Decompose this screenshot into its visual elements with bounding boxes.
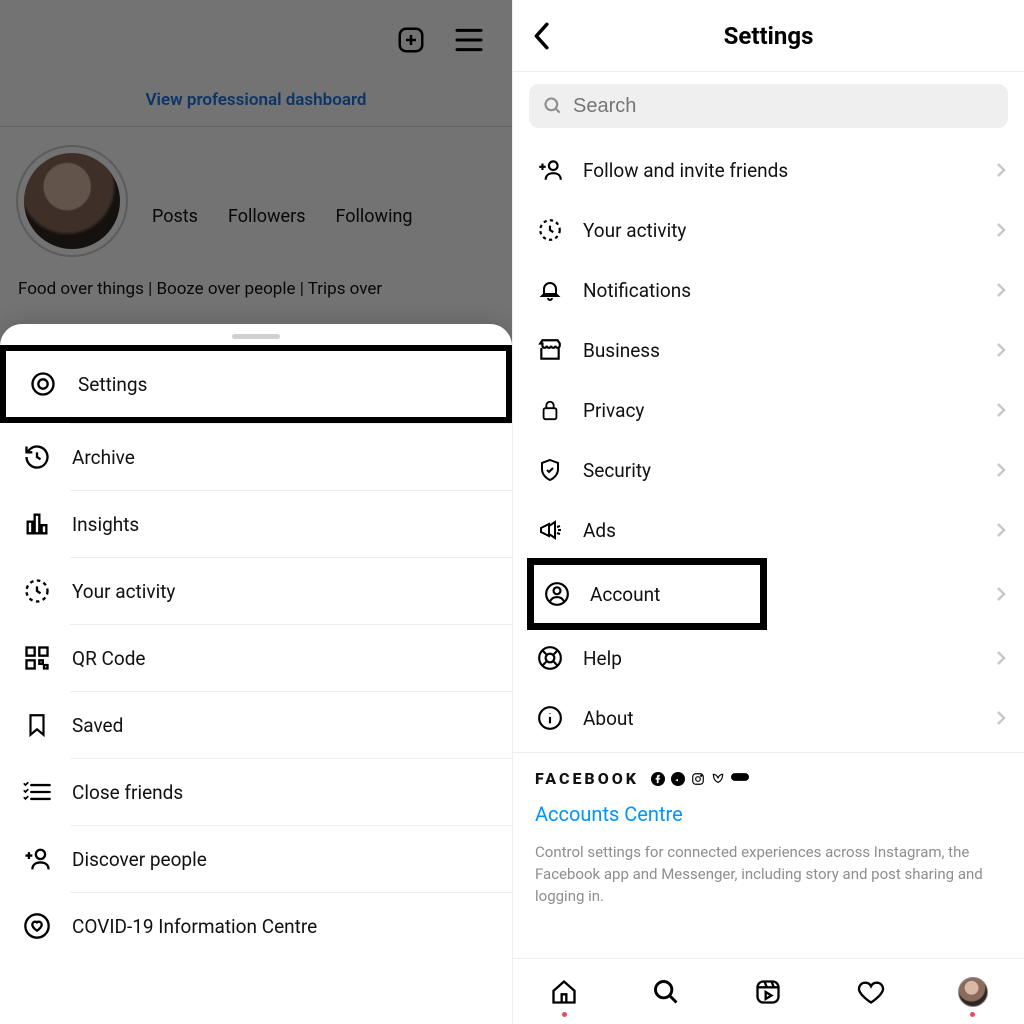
settings-item-business[interactable]: Business xyxy=(513,320,1024,380)
facebook-label: FACEBOOK xyxy=(535,769,639,788)
tab-search[interactable] xyxy=(649,975,683,1009)
menu-label: Settings xyxy=(78,373,147,396)
settings-item-help[interactable]: Help xyxy=(513,628,1024,688)
heart-circle-icon xyxy=(22,911,52,941)
lock-icon xyxy=(535,395,565,425)
menu-item-saved[interactable]: Saved xyxy=(0,692,512,758)
menu-item-discover-people[interactable]: Discover people xyxy=(0,826,512,892)
chevron-right-icon xyxy=(996,462,1006,478)
megaphone-icon xyxy=(535,515,565,545)
chevron-right-icon xyxy=(996,162,1006,178)
insights-icon xyxy=(22,509,52,539)
page-title: Settings xyxy=(513,22,1024,50)
menu-label: Close friends xyxy=(72,781,183,804)
facebook-product-icons xyxy=(651,772,749,786)
menu-item-covid-info[interactable]: COVID-19 Information Centre xyxy=(0,893,512,959)
account-icon xyxy=(542,579,572,609)
shield-icon xyxy=(535,455,565,485)
archive-icon xyxy=(22,442,52,472)
accounts-centre-description: Control settings for connected experienc… xyxy=(535,842,1002,907)
settings-item-about[interactable]: About xyxy=(513,688,1024,748)
settings-label: Help xyxy=(583,647,622,670)
settings-label: Account xyxy=(590,583,660,606)
settings-label: Follow and invite friends xyxy=(583,159,788,182)
settings-label: Security xyxy=(583,459,651,482)
settings-label: Privacy xyxy=(583,399,644,422)
menu-label: Insights xyxy=(72,513,139,536)
settings-item-privacy[interactable]: Privacy xyxy=(513,380,1024,440)
settings-item-account[interactable]: Account xyxy=(534,565,760,623)
tab-reels[interactable] xyxy=(751,975,785,1009)
chevron-right-icon xyxy=(996,710,1006,726)
settings-item-ads[interactable]: Ads xyxy=(513,500,1024,560)
menu-item-close-friends[interactable]: Close friends xyxy=(0,759,512,825)
chevron-right-icon xyxy=(996,342,1006,358)
menu-label: Discover people xyxy=(72,848,207,871)
settings-label: Business xyxy=(583,339,660,362)
discover-people-icon xyxy=(22,844,52,874)
menu-label: Archive xyxy=(72,446,135,469)
storefront-icon xyxy=(535,335,565,365)
gear-icon xyxy=(28,369,58,399)
menu-item-settings[interactable]: Settings xyxy=(0,345,512,423)
menu-label: Your activity xyxy=(72,580,175,603)
bottom-sheet: Settings Archive Insights xyxy=(0,324,512,1024)
chevron-right-icon xyxy=(996,282,1006,298)
notification-dot xyxy=(970,1012,975,1017)
settings-label: Notifications xyxy=(583,279,691,302)
settings-item-your-activity[interactable]: Your activity xyxy=(513,200,1024,260)
menu-label: QR Code xyxy=(72,647,146,670)
profile-avatar-icon xyxy=(958,977,988,1007)
settings-label: Ads xyxy=(583,519,616,542)
settings-item-follow-invite[interactable]: Follow and invite friends xyxy=(513,140,1024,200)
tab-activity[interactable] xyxy=(854,975,888,1009)
chevron-right-icon xyxy=(996,222,1006,238)
search-input[interactable] xyxy=(573,95,994,118)
search-icon xyxy=(543,96,563,116)
settings-label: About xyxy=(583,707,634,730)
chevron-right-icon xyxy=(996,402,1006,418)
info-icon xyxy=(535,703,565,733)
chevron-right-icon xyxy=(996,586,1006,602)
sheet-grabber[interactable] xyxy=(232,334,280,339)
settings-item-security[interactable]: Security xyxy=(513,440,1024,500)
accounts-centre-link[interactable]: Accounts Centre xyxy=(535,802,1002,826)
activity-icon xyxy=(535,215,565,245)
search-bar[interactable] xyxy=(529,84,1008,128)
bell-icon xyxy=(535,275,565,305)
menu-label: Saved xyxy=(72,714,123,737)
activity-icon xyxy=(22,576,52,606)
chevron-right-icon xyxy=(996,522,1006,538)
menu-item-archive[interactable]: Archive xyxy=(0,424,512,490)
close-friends-icon xyxy=(22,777,52,807)
bookmark-icon xyxy=(22,710,52,740)
add-person-icon xyxy=(535,155,565,185)
notification-dot xyxy=(562,1012,567,1017)
chevron-right-icon xyxy=(996,650,1006,666)
menu-item-qr-code[interactable]: QR Code xyxy=(0,625,512,691)
tab-home[interactable] xyxy=(547,975,581,1009)
menu-item-insights[interactable]: Insights xyxy=(0,491,512,557)
lifebuoy-icon xyxy=(535,643,565,673)
settings-item-notifications[interactable]: Notifications xyxy=(513,260,1024,320)
back-button[interactable] xyxy=(531,22,551,50)
qr-icon xyxy=(22,643,52,673)
menu-item-your-activity[interactable]: Your activity xyxy=(0,558,512,624)
menu-label: COVID-19 Information Centre xyxy=(72,915,317,938)
settings-label: Your activity xyxy=(583,219,686,242)
tab-profile[interactable] xyxy=(956,975,990,1009)
